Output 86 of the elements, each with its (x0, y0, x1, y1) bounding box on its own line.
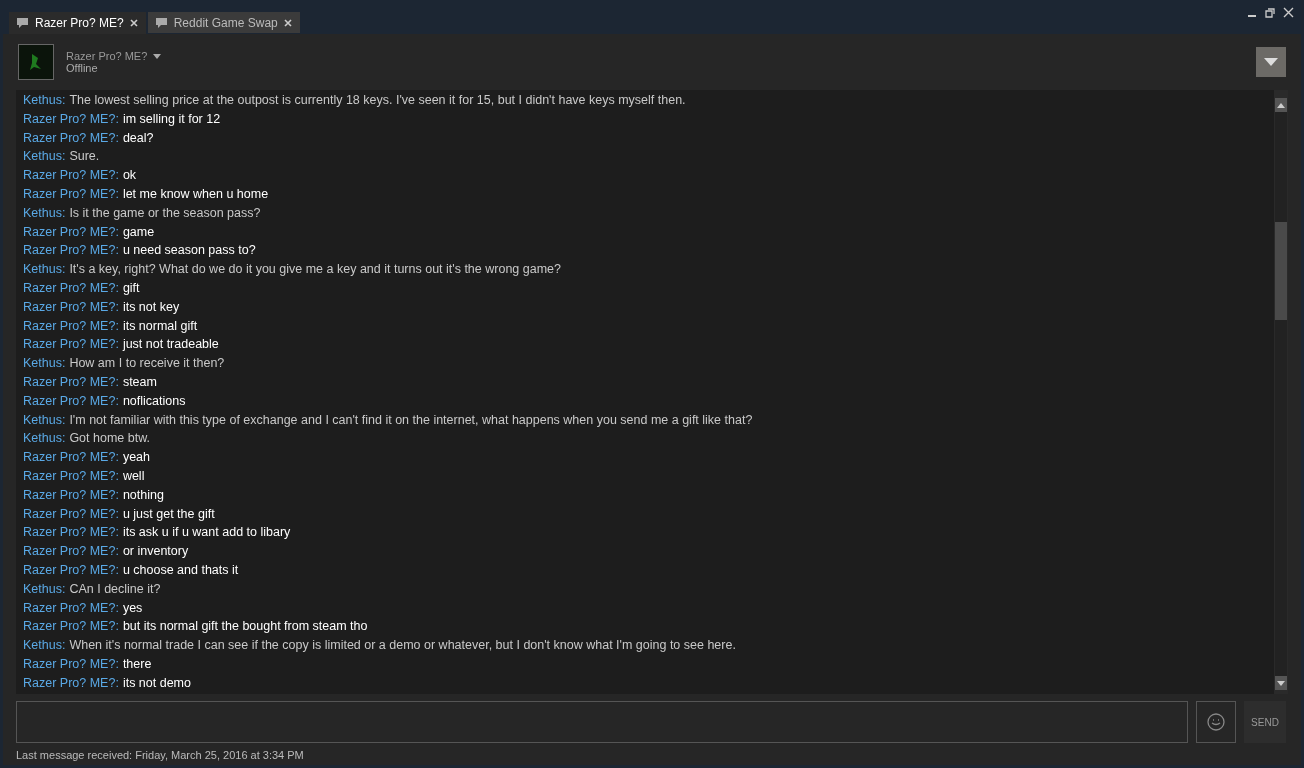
close-icon[interactable] (129, 19, 138, 27)
sender-name: Razer Pro? ME?: (23, 450, 119, 465)
sender-name: Razer Pro? ME?: (23, 374, 119, 389)
sender-name: Razer Pro? ME?: (23, 619, 119, 634)
message-text: deal? (122, 130, 154, 145)
message-text: but its normal gift the bought from steam tho (122, 619, 368, 634)
sender-name: Razer Pro? ME?: (23, 187, 119, 201)
message-text: Got home btw. (69, 431, 150, 446)
sender-name: Razer Pro? ME?: (23, 393, 119, 408)
message-text: u need season pass to? (122, 243, 256, 258)
sender-name: Razer Pro? ME?: (23, 525, 119, 540)
sender-name: Kethus: (23, 93, 66, 107)
avatar-icon (18, 44, 54, 80)
sender-name: Razer Pro? ME?: (23, 224, 119, 239)
chat-tab[interactable]: Reddit Game Swap (147, 12, 300, 33)
sender-name: Razer Pro? ME?: (23, 675, 119, 690)
message-text: It's a key, right? What do we do it you give me a key and it turns out it's the wrong game? (69, 262, 561, 277)
message-text: well (122, 468, 145, 483)
restore-icon[interactable] (1265, 7, 1275, 18)
sender-name: Razer Pro? ME?: (23, 562, 119, 577)
message-text: I'm not familiar with this type of exchange and I can't find it on the internet, what happens when you send me a gift like that? (69, 412, 753, 427)
send-button[interactable]: SEND (1244, 701, 1286, 743)
sender-name: Razer Pro? ME?: (23, 168, 119, 183)
sender-name: Razer Pro? ME?: (23, 280, 119, 295)
message-text: its normal gift (122, 318, 198, 333)
sender-name: Razer Pro? ME?: (23, 600, 119, 615)
sender-name: Kethus: (23, 149, 66, 164)
message-text: let me know when u home (122, 187, 269, 201)
message-text: ok (122, 168, 137, 183)
message-text: u choose and thats it (122, 562, 239, 577)
sender-name: Razer Pro? ME?: (23, 243, 119, 258)
sender-name: Razer Pro? ME?: (23, 318, 119, 333)
sender-name: Razer Pro? ME?: (23, 656, 119, 671)
message-text: or inventory (122, 544, 189, 559)
message-text: u just get the gift (122, 506, 215, 521)
message-text: yeah (122, 450, 150, 465)
sender-name: Kethus: (23, 262, 66, 277)
message-text: its not key (122, 299, 180, 314)
message-text: im selling it for 12 (122, 111, 221, 126)
sender-name: Kethus: (23, 638, 66, 653)
sender-name: Razer Pro? ME?: (23, 130, 119, 145)
message-input[interactable] (16, 701, 1188, 743)
sender-name: Razer Pro? ME?: (23, 337, 119, 352)
contact-status: Offline (66, 62, 99, 74)
sender-name: Kethus: (23, 356, 66, 371)
sender-name: Razer Pro? ME?: (23, 299, 119, 314)
message-text: steam (122, 374, 157, 389)
message-text: game (122, 224, 155, 239)
message-text: nothing (122, 487, 164, 502)
message-text: Is it the game or the season pass? (69, 205, 261, 220)
scroll-down-icon[interactable] (1275, 676, 1287, 690)
message-text: Sure. (69, 149, 100, 164)
sender-name: Kethus: (23, 412, 66, 427)
caret-icon (1264, 58, 1278, 66)
message-text: its not demo (122, 675, 191, 690)
last-message-status: Last message received: Friday, March 25, 2016 at 3:34 PM (16, 749, 305, 761)
sender-name: Razer Pro? ME?: (23, 487, 119, 502)
message-text: just not tradeable (122, 337, 219, 352)
sender-name: Kethus: (23, 431, 66, 446)
emoticon-button[interactable] (1196, 701, 1236, 743)
contact-name: Razer Pro? ME? (66, 50, 148, 62)
dropdown-button[interactable] (1256, 47, 1286, 77)
speech-bubble-icon (154, 16, 168, 29)
scrollbar-thumb[interactable] (1275, 222, 1287, 320)
sender-name: Razer Pro? ME?: (23, 506, 119, 521)
sender-name: Razer Pro? ME?: (23, 544, 119, 559)
message-text: its ask u if u want add to libary (122, 525, 291, 540)
message-text: The lowest selling price at the outpost is currently 18 keys. I've seen it for 15, but I didn't have keys myself then. (69, 93, 686, 107)
sender-name: Razer Pro? ME?: (23, 111, 119, 126)
message-text: CAn I decline it? (69, 581, 161, 596)
close-icon[interactable] (1283, 7, 1294, 18)
smiley-icon (1207, 713, 1225, 731)
caret-icon[interactable] (153, 53, 162, 59)
message-text: gift (122, 280, 140, 295)
sender-name: Kethus: (23, 205, 66, 220)
message-text: yes (122, 600, 143, 615)
close-icon[interactable] (283, 18, 292, 27)
message-text: How am I to receive it then? (69, 356, 225, 371)
speech-bubble-icon (16, 17, 29, 29)
sender-name: Razer Pro? ME?: (23, 468, 119, 483)
chat-tab[interactable]: Razer Pro? ME? (9, 12, 146, 34)
sender-name: Kethus: (23, 581, 66, 596)
message-text: When it's normal trade I can see if the copy is limited or a demo or whatever, but I don't know what I'm going to see here. (69, 638, 736, 653)
message-text: noflications (122, 393, 186, 408)
scroll-up-icon[interactable] (1275, 98, 1287, 112)
message-text: there (122, 656, 152, 671)
